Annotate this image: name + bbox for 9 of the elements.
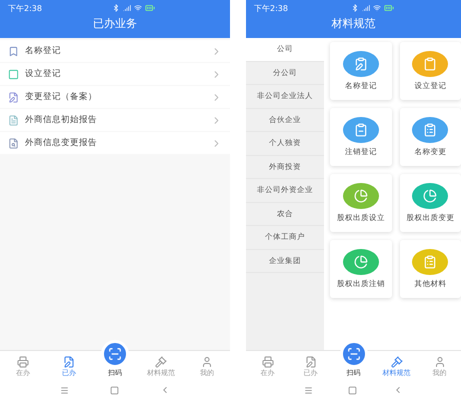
screen-title: 已办业务 <box>92 16 138 32</box>
screen-title: 材料规范 <box>330 16 376 32</box>
list-item[interactable]: 设立登记 <box>0 63 230 85</box>
status-time: 下午2:38 <box>254 2 288 14</box>
list-item[interactable]: 外商信息变更报告 <box>0 132 230 154</box>
list-item[interactable]: 名称登记 <box>0 40 230 62</box>
status-time: 下午2:38 <box>8 2 42 14</box>
list-item[interactable]: 外商信息初始报告 <box>0 109 230 131</box>
list-item[interactable]: 变更登记（备案） <box>0 86 230 108</box>
